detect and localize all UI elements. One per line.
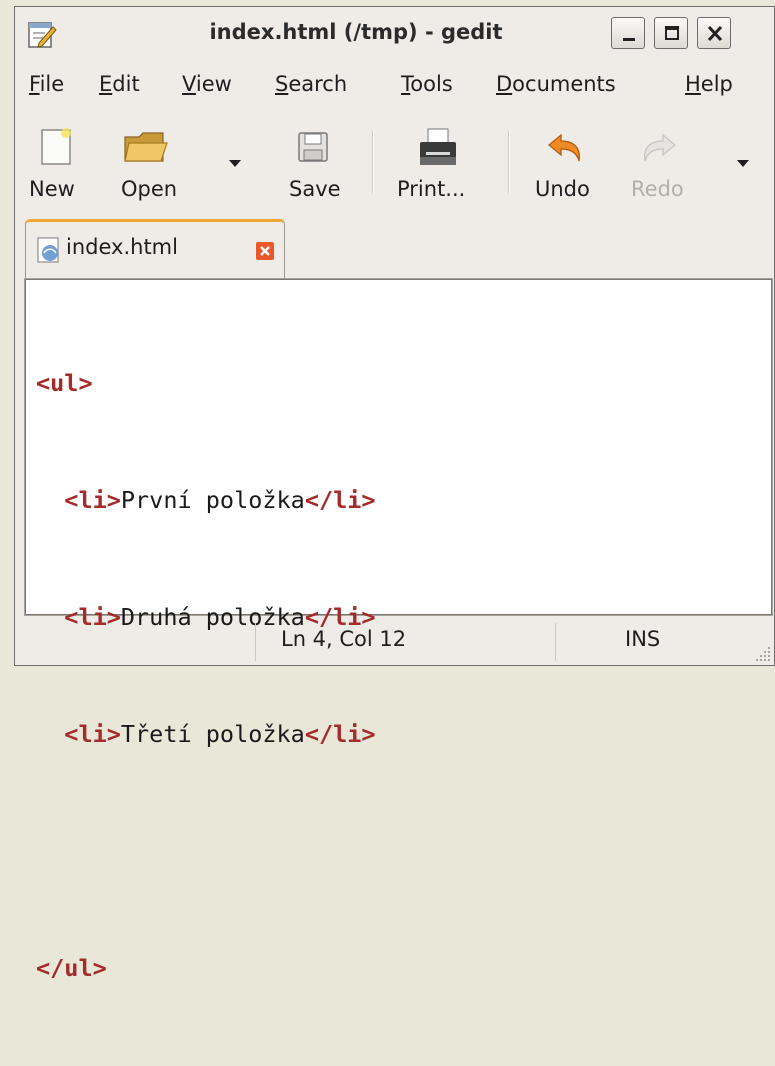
text-editor[interactable]: <ul> <li>První položka</li> <li>Druhá po… <box>24 278 773 982</box>
resize-grip-icon[interactable] <box>754 645 772 663</box>
close-tab-icon[interactable] <box>256 242 274 260</box>
undo-button[interactable]: Undo <box>525 111 615 215</box>
code-line: <li>První položka</li> <box>36 481 376 520</box>
redo-label: Redo <box>631 177 684 201</box>
status-bar: Ln 4, Col 12 INS <box>15 619 774 665</box>
minimize-button[interactable] <box>611 17 645 49</box>
new-document-icon <box>41 128 71 165</box>
maximize-icon <box>665 26 679 40</box>
menu-search[interactable]: Search <box>275 71 347 97</box>
cursor-position: Ln 4, Col 12 <box>281 627 407 651</box>
status-divider <box>555 623 556 661</box>
print-button[interactable]: Print... <box>387 111 487 215</box>
toolbar-separator <box>372 131 373 193</box>
open-label: Open <box>121 177 178 201</box>
insert-mode[interactable]: INS <box>625 627 660 651</box>
code-content: <ul> <li>První položka</li> <li>Druhá po… <box>36 286 376 1066</box>
code-text: Třetí položka <box>120 720 305 748</box>
save-button[interactable]: Save <box>279 111 349 215</box>
menu-file[interactable]: File <box>29 71 64 97</box>
code-open-tag: <li> <box>64 720 121 748</box>
open-button[interactable]: Open <box>107 111 207 215</box>
menu-tools[interactable]: Tools <box>401 71 453 97</box>
new-label: New <box>29 177 75 201</box>
redo-button[interactable]: Redo <box>621 111 705 215</box>
code-close-tag: </li> <box>304 720 376 748</box>
code-line: <li>Třetí položka</li> <box>36 715 376 754</box>
menu-edit[interactable]: Edit <box>99 71 140 97</box>
save-label: Save <box>289 177 341 201</box>
code-close-tag: </li> <box>304 486 376 514</box>
menu-search-mnemonic: S <box>275 72 289 96</box>
redo-arrow-icon <box>644 133 676 162</box>
menu-help[interactable]: Help <box>685 71 733 97</box>
toolbar: New Open Save Print... Undo Redo <box>15 111 774 215</box>
undo-arrow-icon <box>548 133 580 162</box>
close-window-button[interactable] <box>697 17 731 49</box>
menu-help-label: elp <box>700 72 733 96</box>
open-folder-icon <box>124 132 168 162</box>
undo-label: Undo <box>535 177 590 201</box>
code-text: První položka <box>120 486 305 514</box>
menu-documents[interactable]: Documents <box>496 71 616 97</box>
menu-file-mnemonic: F <box>29 72 40 96</box>
status-divider <box>255 623 256 661</box>
print-label: Print... <box>397 177 466 201</box>
menu-tools-mnemonic: T <box>401 72 411 96</box>
close-icon <box>707 25 723 42</box>
tab-index-html[interactable]: index.html <box>25 219 285 281</box>
minimize-icon <box>623 38 635 41</box>
code-open-tag: <li> <box>64 486 121 514</box>
menu-tools-label: ools <box>410 72 453 96</box>
gedit-window: index.html (/tmp) - gedit File Edit View… <box>14 6 775 982</box>
tab-label: index.html <box>66 235 178 259</box>
toolbar-separator <box>508 131 509 193</box>
menu-help-mnemonic: H <box>685 72 701 96</box>
menu-search-label: earch <box>288 72 348 96</box>
title-bar[interactable]: index.html (/tmp) - gedit <box>15 7 774 59</box>
menu-file-label: ile <box>39 72 65 96</box>
code-line: <ul> <box>36 364 376 403</box>
window-title: index.html (/tmp) - gedit <box>209 20 503 44</box>
open-dropdown-arrow-icon[interactable] <box>227 157 243 169</box>
menu-bar: File Edit View Search Tools Documents He… <box>15 59 774 109</box>
code-line: </ul> <box>36 949 376 988</box>
menu-view[interactable]: View <box>182 71 232 97</box>
printer-icon <box>420 128 456 165</box>
menu-edit-label: dit <box>112 72 140 96</box>
save-disk-icon <box>298 132 328 162</box>
menu-view-label: iew <box>195 72 232 96</box>
gedit-app-icon <box>27 19 57 49</box>
menu-edit-mnemonic: E <box>99 72 113 96</box>
maximize-button[interactable] <box>654 17 688 49</box>
new-button[interactable]: New <box>23 111 93 215</box>
menu-documents-mnemonic: D <box>496 72 513 96</box>
menu-documents-label: ocuments <box>512 72 616 96</box>
code-open-tag: <ul> <box>36 369 93 397</box>
html-file-icon <box>37 237 59 263</box>
menu-view-mnemonic: V <box>182 72 196 96</box>
document-tabs: index.html <box>15 217 774 281</box>
toolbar-overflow-arrow-icon[interactable] <box>735 157 751 169</box>
code-open-tag: </ul> <box>36 954 107 982</box>
